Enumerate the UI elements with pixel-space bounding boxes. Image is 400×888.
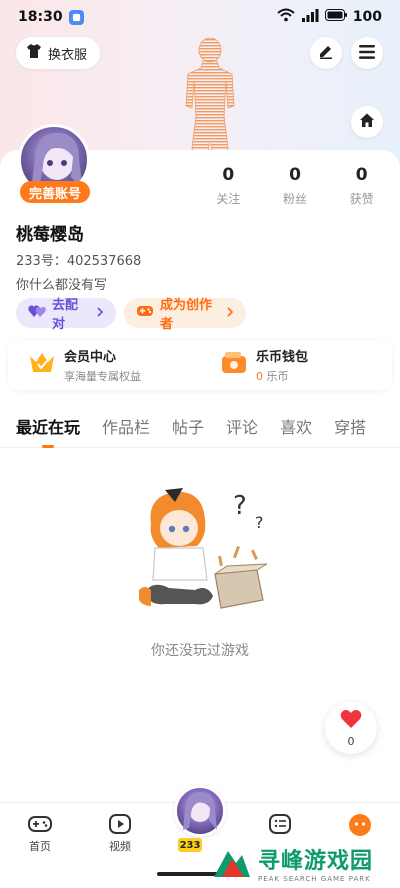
nav-video[interactable]: 视频 bbox=[90, 813, 150, 854]
stat-value: 0 bbox=[355, 165, 368, 185]
status-time: 18:30 bbox=[18, 9, 63, 25]
tab-posts[interactable]: 帖子 bbox=[172, 404, 204, 447]
change-outfit-label: 换衣服 bbox=[48, 47, 88, 63]
watermark-title: 寻峰游戏园 bbox=[258, 849, 374, 874]
member-center-subtitle: 享海量专属权益 bbox=[64, 370, 141, 383]
heart-icon bbox=[340, 709, 362, 733]
gamepad-icon bbox=[27, 813, 53, 838]
profile-face-icon bbox=[348, 813, 372, 840]
nav-profile[interactable] bbox=[330, 813, 390, 840]
nav-home[interactable]: 首页 bbox=[10, 813, 70, 854]
user-id: 233号：402537668 bbox=[16, 254, 142, 269]
tab-likes[interactable]: 喜欢 bbox=[280, 404, 312, 447]
wallet-entry[interactable]: 乐币钱包 0 乐币 bbox=[200, 340, 392, 390]
chevron-right-icon bbox=[226, 306, 234, 321]
gamepad-icon bbox=[136, 304, 154, 322]
nav-home-label: 首页 bbox=[29, 840, 51, 853]
stat-following[interactable]: 0 关注 bbox=[195, 165, 262, 207]
wallet-amount: 0 bbox=[256, 370, 263, 383]
svg-text:?: ? bbox=[233, 491, 247, 521]
wallet-balance: 0 乐币 bbox=[256, 368, 308, 384]
battery-icon bbox=[324, 9, 347, 25]
stat-label: 获赞 bbox=[349, 192, 374, 206]
chevron-right-icon bbox=[96, 306, 104, 321]
wallet-icon bbox=[220, 350, 248, 380]
like-count: 0 bbox=[347, 734, 355, 748]
stat-label: 粉丝 bbox=[283, 192, 308, 206]
creator-label: 成为创作者 bbox=[160, 298, 213, 332]
stat-value: 0 bbox=[289, 165, 301, 185]
tab-comments[interactable]: 评论 bbox=[226, 404, 258, 447]
stat-likes-received[interactable]: 0 获赞 bbox=[328, 165, 395, 207]
change-outfit-button[interactable]: 换衣服 bbox=[16, 37, 100, 69]
home-space-button[interactable] bbox=[351, 106, 383, 138]
house-icon bbox=[359, 112, 375, 132]
become-creator-button[interactable]: 成为创作者 bbox=[124, 298, 246, 332]
username: 桃莓樱岛 bbox=[16, 225, 84, 245]
match-button[interactable]: 去配对 bbox=[16, 298, 116, 332]
member-center-title: 会员中心 bbox=[64, 350, 117, 365]
user-bio[interactable]: 你什么都没有写 bbox=[16, 274, 107, 293]
wallet-title: 乐币钱包 bbox=[256, 350, 309, 365]
profile-tabs: 最近在玩 作品栏 帖子 评论 喜欢 穿搭 bbox=[0, 404, 400, 448]
tab-works[interactable]: 作品栏 bbox=[102, 404, 150, 447]
edit-button[interactable] bbox=[310, 37, 342, 69]
nav-video-label: 视频 bbox=[109, 840, 131, 853]
double-heart-icon bbox=[28, 304, 46, 322]
member-wallet-panel: 会员中心 享海量专属权益 乐币钱包 0 乐币 bbox=[8, 340, 392, 390]
complete-account-badge[interactable]: 完善账号 bbox=[20, 181, 90, 203]
list-icon bbox=[268, 813, 292, 838]
status-icons: 100 bbox=[277, 8, 382, 26]
tshirt-icon bbox=[26, 43, 42, 63]
nav-center-avatar[interactable] bbox=[174, 785, 226, 837]
tab-recently-played[interactable]: 最近在玩 bbox=[16, 404, 80, 447]
member-center-entry[interactable]: 会员中心 享海量专属权益 bbox=[8, 340, 200, 390]
watermark-subtitle: PEAK SEARCH GAME PARK bbox=[258, 875, 371, 883]
match-label: 去配对 bbox=[52, 298, 79, 332]
tab-outfits[interactable]: 穿搭 bbox=[334, 404, 366, 447]
crown-icon bbox=[28, 350, 56, 380]
battery-level: 100 bbox=[352, 9, 382, 25]
play-icon bbox=[108, 813, 132, 838]
stat-followers[interactable]: 0 粉丝 bbox=[262, 165, 329, 207]
wifi-icon bbox=[277, 8, 295, 26]
watermark-logo bbox=[212, 841, 252, 885]
empty-state-text: 你还没玩过游戏 bbox=[151, 643, 249, 659]
empty-state-illustration: ? ? bbox=[135, 484, 280, 620]
menu-icon bbox=[359, 44, 375, 63]
nav-messages[interactable] bbox=[250, 813, 310, 838]
stat-value: 0 bbox=[222, 165, 235, 185]
svg-text:?: ? bbox=[255, 513, 264, 532]
status-bar: 18:30 100 bbox=[0, 0, 400, 34]
stat-label: 关注 bbox=[216, 192, 241, 206]
app-notification-icon bbox=[68, 9, 84, 25]
watermark: 寻峰游戏园 PEAK SEARCH GAME PARK bbox=[212, 838, 400, 888]
signal-icon bbox=[301, 8, 319, 26]
wallet-unit: 乐币 bbox=[266, 370, 289, 383]
menu-button[interactable] bbox=[351, 37, 383, 69]
profile-stats: 0 关注 0 粉丝 0 获赞 bbox=[195, 165, 395, 207]
like-float-button[interactable]: 0 bbox=[325, 702, 377, 754]
pencil-icon bbox=[318, 43, 334, 63]
nav-center-tag: 233 bbox=[178, 838, 202, 852]
